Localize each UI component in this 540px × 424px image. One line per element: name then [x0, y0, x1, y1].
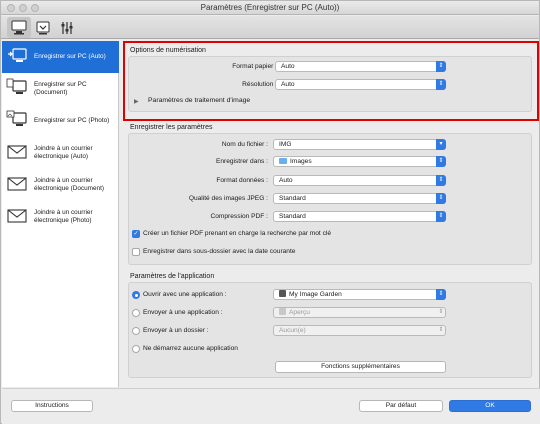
no-app-radio[interactable] — [132, 345, 140, 353]
footer: Instructions Par défaut OK — [2, 388, 540, 424]
settings-window: Paramètres (Enregistrer sur PC (Auto)) E… — [0, 0, 540, 424]
save-in-label: Enregistrer dans : — [215, 158, 268, 165]
jpeg-quality-select[interactable]: Standard ⇕ — [273, 193, 446, 204]
sidebar-item-email-document[interactable]: Joindre à un courrier électronique (Docu… — [2, 169, 119, 201]
chevron-updown-icon: ⇕ — [436, 156, 446, 167]
open-with-value: My Image Garden — [289, 291, 342, 298]
send-to-app-select[interactable]: Aperçu ⇕ — [273, 307, 446, 318]
more-functions-button[interactable]: Fonctions supplémentaires — [275, 361, 446, 373]
pdf-compression-select[interactable]: Standard ⇕ — [273, 211, 446, 222]
send-to-folder-value: Aucun(e) — [279, 327, 306, 334]
app-settings-title: Paramètres de l'application — [130, 273, 215, 280]
scan-to-pc-icon — [11, 20, 27, 34]
subfolder-checkbox[interactable] — [132, 248, 140, 256]
searchable-pdf-label: Créer un fichier PDF prenant en charge l… — [143, 230, 332, 237]
send-to-app-value: Aperçu — [289, 309, 310, 316]
sidebar-item-save-pc-auto[interactable]: Enregistrer sur PC (Auto) — [2, 41, 119, 73]
data-format-select[interactable]: Auto ⇕ — [273, 175, 446, 186]
window-title: Paramètres (Enregistrer sur PC (Auto)) — [200, 3, 340, 12]
file-name-combo[interactable]: IMG ▾ — [273, 139, 446, 150]
file-name-value: IMG — [279, 141, 292, 148]
save-in-select[interactable]: Images ⇕ — [273, 156, 446, 167]
chevron-updown-icon: ⇕ — [438, 327, 444, 333]
open-with-radio[interactable] — [132, 291, 140, 299]
app-icon — [279, 290, 286, 297]
tab-scan-from-panel[interactable] — [31, 17, 55, 38]
data-format-label: Format données : — [216, 177, 268, 184]
pdf-compression-value: Standard — [279, 213, 306, 220]
file-name-label: Nom du fichier : — [221, 141, 268, 148]
sidebar-item-label: Enregistrer sur PC (Photo) — [34, 117, 110, 124]
email-document-icon — [7, 177, 27, 191]
send-to-folder-select[interactable]: Aucun(e) ⇕ — [273, 325, 446, 336]
close-window-button[interactable] — [7, 4, 15, 12]
data-format-value: Auto — [279, 177, 293, 184]
pdf-compression-label: Compression PDF : — [210, 213, 268, 220]
email-photo-icon — [7, 209, 27, 223]
chevron-updown-icon: ⇕ — [436, 175, 446, 186]
zoom-window-button[interactable] — [31, 4, 39, 12]
title-bar: Paramètres (Enregistrer sur PC (Auto)) — [1, 1, 539, 15]
chevron-updown-icon: ⇕ — [436, 289, 446, 300]
sidebar-item-save-pc-document[interactable]: Enregistrer sur PC (Document) — [2, 73, 119, 105]
send-to-folder-label: Envoyer à un dossier : — [143, 327, 209, 334]
sidebar-item-label: Joindre à un courrier électronique (Docu… — [34, 177, 104, 192]
send-to-app-radio[interactable] — [132, 309, 140, 317]
save-document-icon — [6, 78, 27, 94]
preview-app-icon — [279, 308, 286, 315]
tab-scan-to-pc[interactable] — [7, 17, 31, 38]
chevron-updown-icon: ⇕ — [436, 193, 446, 204]
searchable-pdf-checkbox[interactable]: ✓ — [132, 230, 140, 238]
no-app-label: Ne démarrez aucune application — [143, 345, 238, 352]
sidebar-item-email-photo[interactable]: Joindre à un courrier électronique (Phot… — [2, 201, 119, 233]
folder-icon — [279, 158, 287, 164]
subfolder-label: Enregistrer dans sous-dossier avec la da… — [143, 248, 296, 255]
sidebar-item-label: Joindre à un courrier électronique (Phot… — [34, 209, 93, 224]
jpeg-quality-value: Standard — [279, 195, 306, 202]
save-settings-title: Enregistrer les paramètres — [130, 124, 213, 131]
highlight-frame — [123, 41, 539, 121]
chevron-down-icon: ▾ — [436, 139, 446, 150]
jpeg-quality-label: Qualité des images JPEG : — [188, 195, 268, 202]
send-to-app-label: Envoyer à une application : — [143, 309, 223, 316]
chevron-updown-icon: ⇕ — [436, 211, 446, 222]
save-to-pc-icon — [8, 48, 27, 62]
scan-from-panel-icon — [36, 21, 50, 34]
general-settings-icon — [61, 21, 73, 34]
instructions-button[interactable]: Instructions — [11, 400, 93, 412]
sidebar-item-label: Enregistrer sur PC (Document) — [34, 81, 87, 96]
defaults-button[interactable]: Par défaut — [359, 400, 443, 412]
sidebar-item-save-pc-photo[interactable]: Enregistrer sur PC (Photo) — [2, 105, 119, 137]
chevron-updown-icon: ⇕ — [438, 309, 444, 315]
open-with-label: Ouvrir avec une application : — [143, 291, 227, 298]
toolbar — [1, 16, 539, 39]
open-with-select[interactable]: My Image Garden ⇕ — [273, 289, 446, 300]
tab-general-settings[interactable] — [55, 17, 79, 38]
sidebar: Enregistrer sur PC (Auto) Enregistrer su… — [2, 41, 119, 387]
sidebar-item-label: Enregistrer sur PC (Auto) — [34, 53, 106, 60]
minimize-window-button[interactable] — [19, 4, 27, 12]
sidebar-item-email-auto[interactable]: Joindre à un courrier électronique (Auto… — [2, 137, 119, 169]
ok-button[interactable]: OK — [449, 400, 531, 412]
sidebar-item-label: Joindre à un courrier électronique (Auto… — [34, 145, 93, 160]
send-to-folder-radio[interactable] — [132, 327, 140, 335]
email-auto-icon — [7, 145, 27, 159]
save-photo-icon — [6, 110, 27, 126]
save-in-value: Images — [290, 158, 312, 165]
